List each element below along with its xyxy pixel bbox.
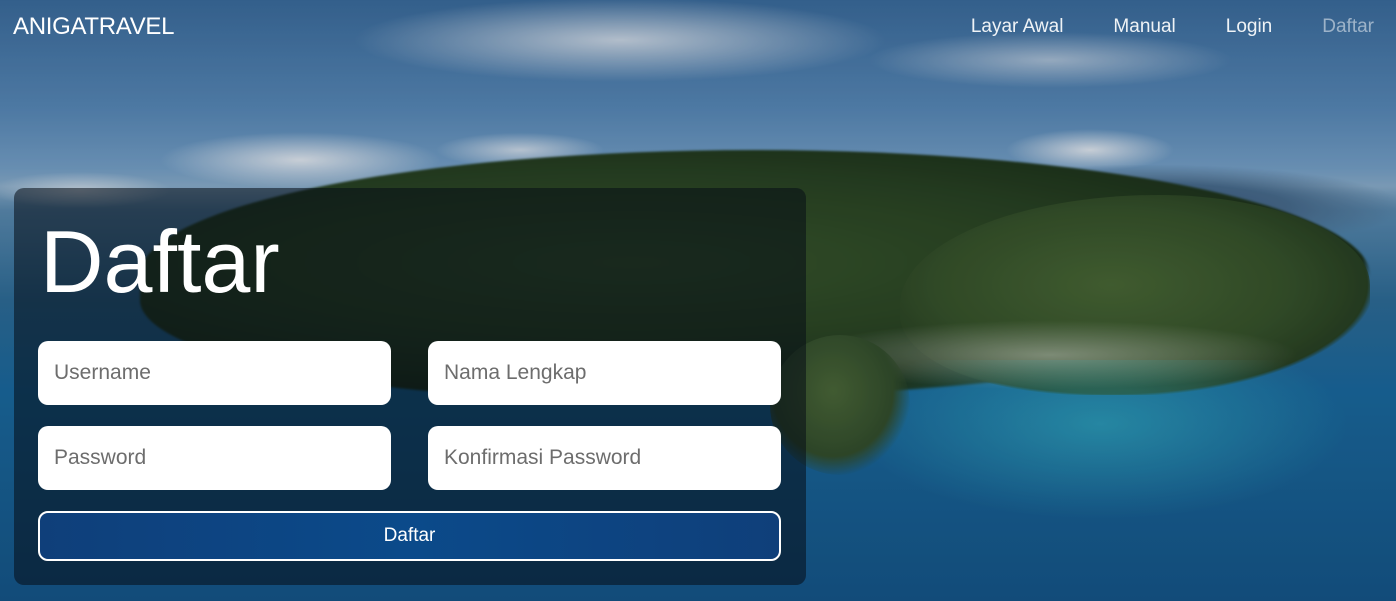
register-form-panel: Daftar Daftar (14, 188, 806, 585)
fullname-input[interactable] (428, 341, 781, 405)
nav-links: Layar Awal Manual Login Daftar (921, 16, 1374, 38)
brand-logo[interactable]: ANIGATRAVEL (13, 13, 174, 41)
nav-link-manual[interactable]: Manual (1113, 16, 1175, 38)
nav-link-login[interactable]: Login (1226, 16, 1273, 38)
password-input[interactable] (38, 426, 391, 490)
page-title: Daftar (40, 212, 280, 311)
username-input[interactable] (38, 341, 391, 405)
navbar: ANIGATRAVEL Layar Awal Manual Login Daft… (0, 0, 1396, 56)
register-button[interactable]: Daftar (38, 511, 781, 561)
confirm-password-input[interactable] (428, 426, 781, 490)
register-page: ANIGATRAVEL Layar Awal Manual Login Daft… (0, 0, 1396, 601)
nav-link-layar-awal[interactable]: Layar Awal (971, 16, 1064, 38)
nav-link-daftar[interactable]: Daftar (1322, 16, 1374, 38)
